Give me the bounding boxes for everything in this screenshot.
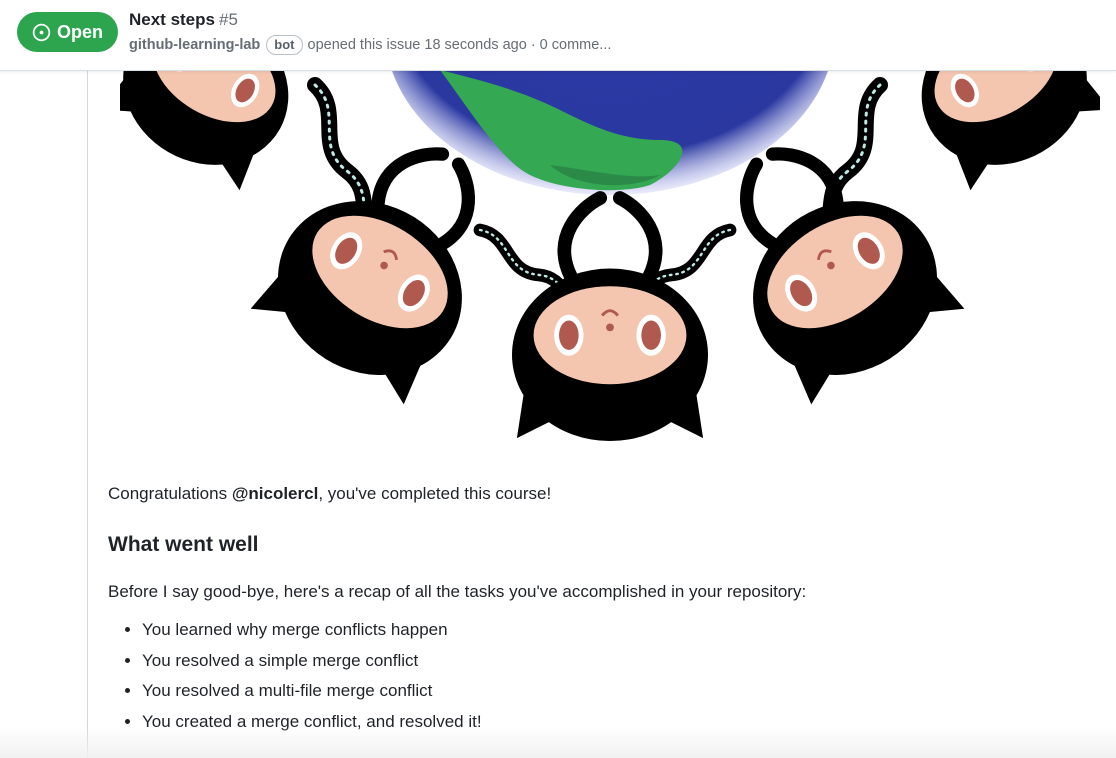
congrats-paragraph: Congratulations @nicolercl, you've compl… — [108, 482, 1088, 506]
issue-title: Next steps #5 — [129, 10, 238, 30]
list-item: You learned why merge conflicts happen — [142, 618, 1088, 642]
globe-shape — [391, 70, 829, 195]
issue-number: #5 — [218, 10, 238, 29]
issue-sticky-header: Open Next steps #5 github-learning-lab bo… — [0, 0, 1116, 71]
list-item: You resolved a simple merge conflict — [142, 649, 1088, 673]
issue-title-text: Next steps — [129, 10, 215, 29]
octocats-globe-illustration — [120, 70, 1100, 460]
issue-opened-icon — [32, 23, 51, 41]
octocat-top-right — [863, 70, 1100, 195]
section-heading: What went well — [108, 533, 259, 556]
issue-state-badge[interactable]: Open — [17, 12, 118, 52]
issue-body: Congratulations @nicolercl, you've compl… — [108, 478, 1088, 740]
issue-meta: github-learning-lab bot opened this issu… — [129, 35, 611, 55]
congrats-prefix: Congratulations — [108, 484, 232, 503]
octocat-bottom-center — [512, 198, 708, 441]
issue-opened-text: opened this issue 18 seconds ago · 0 com… — [307, 37, 612, 53]
list-item: You resolved a multi-file merge conflict — [142, 679, 1088, 703]
bot-badge: bot — [266, 35, 303, 55]
task-list: You learned why merge conflicts happen Y… — [108, 618, 1088, 734]
issue-state-label: Open — [56, 21, 103, 42]
user-mention-link[interactable]: @nicolercl — [232, 484, 319, 503]
timeline-rail — [87, 70, 88, 758]
issue-page: Open Next steps #5 github-learning-lab bo… — [0, 0, 1116, 758]
issue-author-link[interactable]: github-learning-lab — [129, 37, 260, 53]
list-item: You created a merge conflict, and resolv… — [142, 710, 1088, 734]
congrats-suffix: , you've completed this course! — [318, 484, 552, 503]
recap-intro: Before I say good-bye, here's a recap of… — [108, 582, 807, 601]
